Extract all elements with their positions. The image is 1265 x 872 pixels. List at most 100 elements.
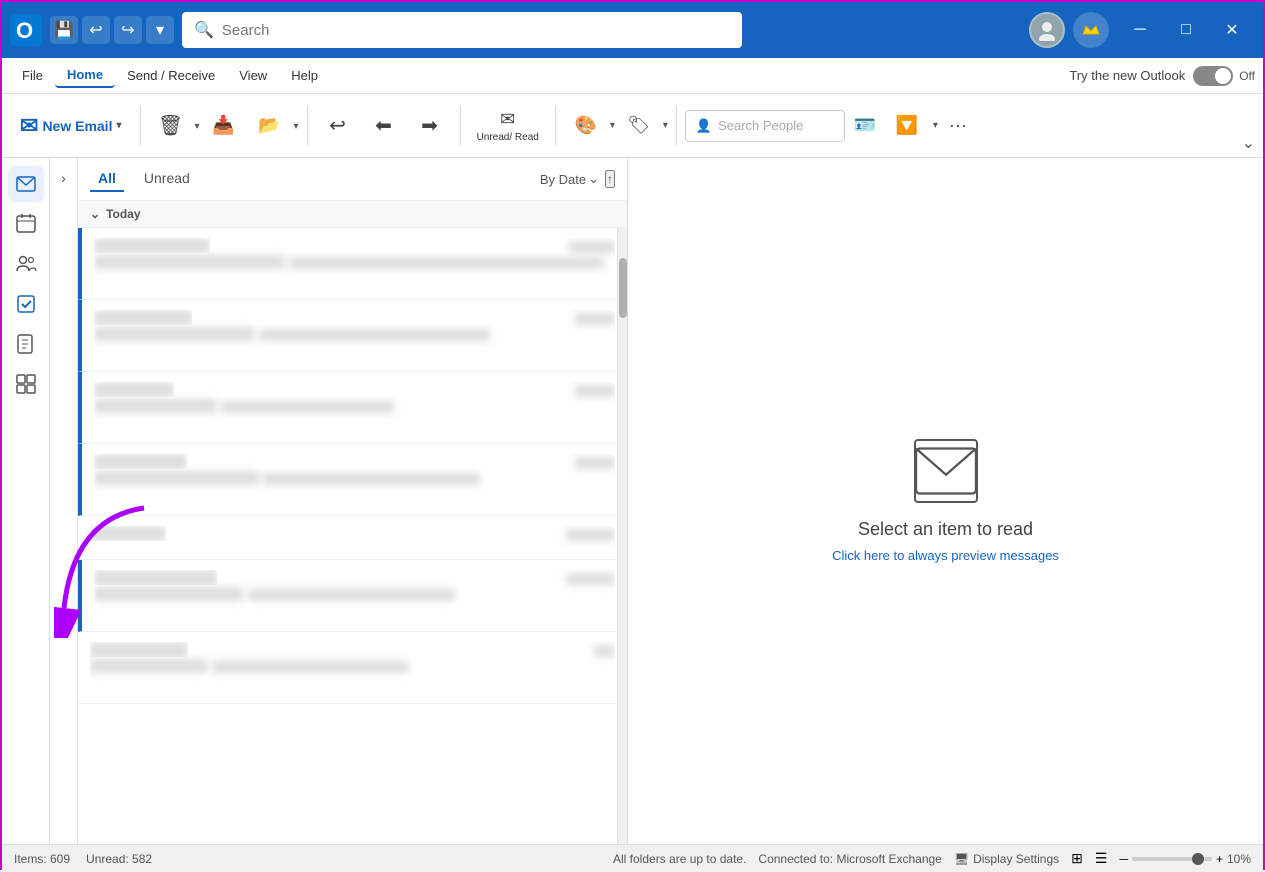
- unread-read-button[interactable]: ✉ Unread/ Read: [469, 105, 547, 147]
- display-settings-label: Display Settings: [973, 852, 1059, 866]
- maximize-button[interactable]: □: [1163, 12, 1209, 48]
- unread-read-label: Unread/ Read: [477, 132, 539, 143]
- categories-group: 🎨 ▾ 🏷 ▾: [564, 111, 668, 140]
- zoom-out-button[interactable]: ─: [1119, 852, 1128, 866]
- close-button[interactable]: ✕: [1209, 12, 1255, 48]
- tab-unread[interactable]: Unread: [136, 166, 198, 192]
- account-avatar[interactable]: [1029, 12, 1065, 48]
- people-nav-button[interactable]: [8, 246, 44, 282]
- color-category-button[interactable]: 🎨: [564, 111, 608, 140]
- menu-view[interactable]: View: [227, 64, 279, 87]
- email-time: 8:15 AM: [575, 385, 615, 397]
- search-people-icon: 👤: [696, 118, 712, 134]
- zoom-control: ─ + 10%: [1119, 852, 1251, 866]
- archive-button[interactable]: 📥: [202, 111, 246, 140]
- ribbon: ✉ New Email ▾ 🗑 ▾ 📥 📂 ▾ ↩ ⬅ ➡: [2, 94, 1263, 158]
- email-preview: Preview of second email message content …: [259, 329, 490, 341]
- forward-button[interactable]: ➡: [408, 109, 452, 142]
- notes-nav-button[interactable]: [8, 326, 44, 362]
- email-item[interactable]: Fourth Contact 7:00 AM Fourth email subj…: [78, 444, 627, 516]
- expand-folder-button[interactable]: ›: [52, 166, 76, 190]
- email-preview: Third email preview content snippet: [221, 401, 394, 413]
- tags-button[interactable]: 🏷: [617, 111, 661, 140]
- toggle-knob: [1215, 68, 1231, 84]
- delete-button[interactable]: 🗑: [149, 109, 193, 142]
- delete-dropdown[interactable]: ▾: [195, 121, 200, 132]
- email-preview: Preview text content from the email mess…: [289, 257, 603, 269]
- toggle-switch[interactable]: [1193, 66, 1233, 86]
- mail-nav-button[interactable]: [8, 166, 44, 202]
- contact-card-button[interactable]: 🪪: [849, 110, 881, 142]
- delete-icon: 🗑: [158, 113, 183, 138]
- email-time: Yesterday: [566, 529, 615, 541]
- email-item[interactable]: Seventh Sender Mon Seventh email subject…: [78, 632, 627, 704]
- search-people-box[interactable]: 👤 Search People: [685, 110, 845, 142]
- email-scroll[interactable]: Sender Name Here 10:45 AM Subject line t…: [78, 228, 627, 704]
- customize-button[interactable]: ▾: [146, 16, 174, 44]
- new-email-dropdown-arrow[interactable]: ▾: [116, 120, 121, 131]
- email-item[interactable]: Sixth Contact Name Yesterday Sixth email…: [78, 560, 627, 632]
- email-time: 10:45 AM: [569, 241, 615, 253]
- preview-messages-link[interactable]: Click here to always preview messages: [832, 548, 1059, 563]
- sort-button[interactable]: By Date ⌄: [540, 171, 599, 187]
- search-bar[interactable]: 🔍: [182, 12, 742, 48]
- email-item[interactable]: Sender Name Here 10:45 AM Subject line t…: [78, 228, 627, 300]
- zoom-in-button[interactable]: +: [1216, 852, 1223, 866]
- email-preview: Preview of the fourth email message cont…: [263, 473, 480, 485]
- menu-help[interactable]: Help: [279, 64, 330, 87]
- email-item[interactable]: Another Sender 9:30 AM Second email subj…: [78, 300, 627, 372]
- display-settings-button[interactable]: 🖥 Display Settings: [954, 852, 1059, 866]
- title-bar-right: ─ □ ✕: [1029, 12, 1255, 48]
- calendar-nav-button[interactable]: [8, 206, 44, 242]
- email-sender: Third Person: [94, 382, 174, 397]
- tab-all[interactable]: All: [90, 166, 124, 192]
- menu-file[interactable]: File: [10, 64, 55, 87]
- undo-title-button[interactable]: ↩: [82, 16, 110, 44]
- side-navigation: [2, 158, 50, 844]
- view-button-1[interactable]: ⊞: [1071, 850, 1083, 867]
- email-item[interactable]: Fifth Person Yesterday: [78, 516, 627, 560]
- zoom-slider[interactable]: [1132, 857, 1212, 861]
- email-subject: Seventh email subject: [90, 659, 207, 673]
- tags-dropdown[interactable]: ▾: [663, 120, 668, 131]
- menu-home[interactable]: Home: [55, 63, 115, 88]
- filter-button[interactable]: 🔽: [885, 111, 929, 140]
- connection-status: Connected to: Microsoft Exchange: [758, 852, 941, 866]
- redo-back-button[interactable]: ⬅: [362, 109, 406, 142]
- search-input[interactable]: [222, 22, 730, 39]
- reading-pane-envelope-icon: [914, 439, 978, 503]
- zoom-level: 10%: [1227, 852, 1251, 866]
- premium-button[interactable]: [1073, 12, 1109, 48]
- color-dropdown[interactable]: ▾: [610, 120, 615, 131]
- tasks-nav-button[interactable]: [8, 286, 44, 322]
- group-collapse-icon[interactable]: ⌄: [90, 207, 100, 221]
- email-sender: Seventh Sender: [90, 642, 188, 657]
- email-subject: Second email subject heading: [94, 327, 254, 341]
- sort-controls: By Date ⌄ ↑: [540, 170, 615, 188]
- menu-bar-right: Try the new Outlook Off: [1069, 66, 1255, 86]
- email-content: Seventh Sender Mon Seventh email subject…: [90, 642, 615, 693]
- redo-title-button[interactable]: ↪: [114, 16, 142, 44]
- apps-nav-button[interactable]: [8, 366, 44, 402]
- email-sender: Another Sender: [94, 310, 192, 325]
- minimize-button[interactable]: ─: [1117, 12, 1163, 48]
- ribbon-expand-button[interactable]: ⌄: [1242, 133, 1255, 153]
- group-header-today: ⌄ Today: [78, 201, 627, 228]
- view-button-2[interactable]: ☰: [1095, 850, 1108, 867]
- new-email-button[interactable]: ✉ New Email ▾: [10, 105, 132, 147]
- move-dropdown[interactable]: ▾: [294, 121, 299, 132]
- email-item[interactable]: Third Person 8:15 AM Third email subject…: [78, 372, 627, 444]
- filter-dropdown[interactable]: ▾: [933, 120, 938, 131]
- save-button[interactable]: 💾: [50, 16, 78, 44]
- menu-send-receive[interactable]: Send / Receive: [115, 64, 227, 87]
- move-button[interactable]: 📂: [248, 111, 292, 140]
- more-button[interactable]: ···: [942, 110, 974, 142]
- email-row1: Sender Name Here 10:45 AM: [94, 238, 615, 253]
- email-sender: Sender Name Here: [94, 238, 210, 253]
- new-outlook-toggle[interactable]: Off: [1193, 66, 1255, 86]
- sort-dropdown-icon: ⌄: [588, 171, 599, 187]
- undo-button[interactable]: ↩: [316, 109, 360, 142]
- sort-direction-button[interactable]: ↑: [605, 170, 615, 188]
- email-list-scroll-container: Sender Name Here 10:45 AM Subject line t…: [78, 228, 627, 844]
- ribbon-divider-1: [140, 106, 141, 146]
